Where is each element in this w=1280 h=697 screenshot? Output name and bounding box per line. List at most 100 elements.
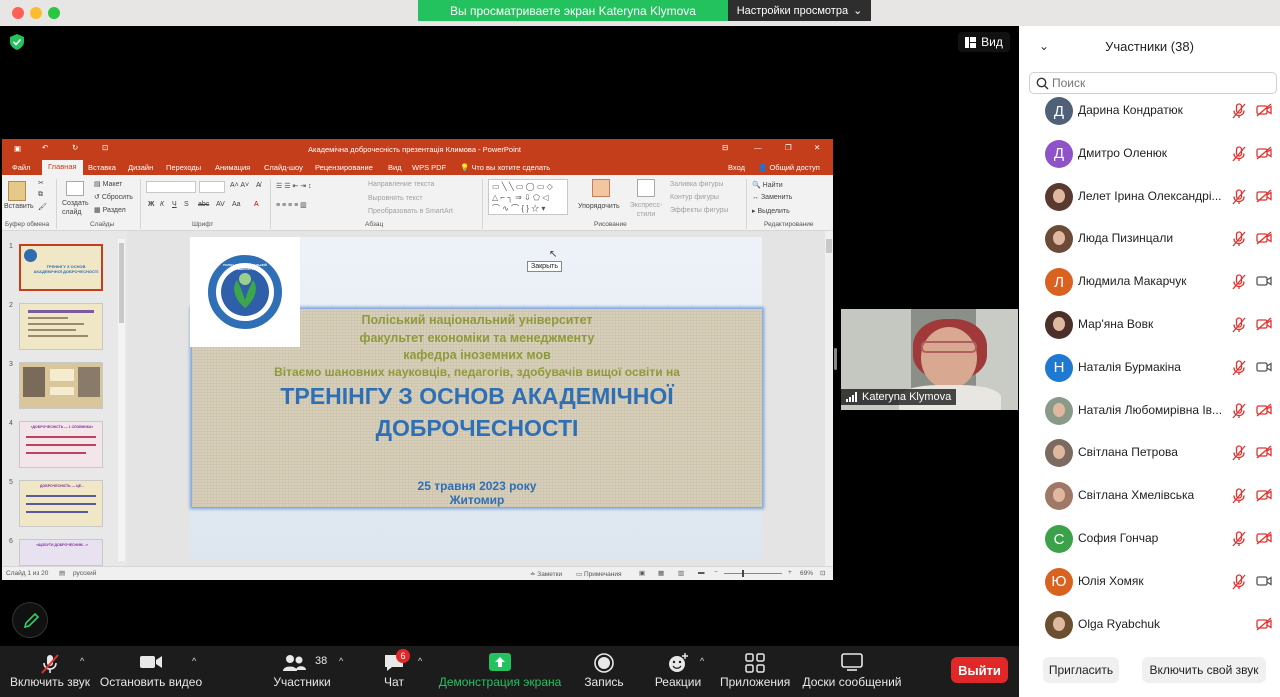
participant-row[interactable]: Світлана Петрова: [1019, 432, 1280, 475]
text-direction-button[interactable]: Направление текста: [368, 181, 434, 188]
quick-styles-button[interactable]: Экспресс-стили: [626, 201, 666, 219]
audio-options-caret[interactable]: ^: [80, 656, 84, 666]
zoom-out-icon[interactable]: −: [714, 569, 718, 576]
fit-slide-icon[interactable]: ⊡: [820, 569, 825, 577]
chat-options-caret[interactable]: ^: [418, 656, 422, 666]
participants-options-caret[interactable]: ^: [339, 656, 343, 666]
tell-me-search[interactable]: 💡 Что вы хотите сделать: [454, 161, 556, 174]
arrange-button[interactable]: Упорядочить: [578, 203, 620, 210]
participant-row[interactable]: С София Гончар: [1019, 518, 1280, 561]
present-icon[interactable]: ⊡: [102, 143, 108, 152]
participant-row[interactable]: Ю Юлія Хомяк: [1019, 561, 1280, 604]
reading-view-icon[interactable]: ▥: [678, 569, 684, 577]
shapes-gallery[interactable]: ▭ ╲ ╲ ▭ ◯ ▭ ◇ △ ⌐ ┐ ⇒ ⇩ ⬠ ◁ ⌒ ∿ ⌒ { } ☆ ▾: [488, 179, 568, 215]
video-options-caret[interactable]: ^: [192, 656, 196, 666]
zoom-window-button[interactable]: [48, 7, 60, 19]
tab-wps-pdf[interactable]: WPS PDF: [406, 161, 452, 174]
unmute-button[interactable]: Включить звук: [6, 646, 94, 697]
tab-view[interactable]: Вид: [382, 161, 408, 174]
record-button[interactable]: Запись: [576, 646, 632, 697]
minimize-window-button[interactable]: [30, 7, 42, 19]
format-painter-icon[interactable]: 🖌: [38, 203, 47, 211]
stop-video-button[interactable]: Остановить видео: [98, 646, 204, 697]
leave-meeting-button[interactable]: Выйти: [951, 657, 1008, 683]
participant-row[interactable]: Лелет Ірина Олександрі...: [1019, 176, 1280, 219]
bold-button[interactable]: Ж: [148, 201, 154, 208]
login-link[interactable]: Вход: [722, 161, 751, 174]
slide-thumbnail-6[interactable]: «ЩОБУТИ ДОБРОЧЕСНИМ…»: [19, 539, 103, 566]
slide-thumbnail-4[interactable]: «ДОБРОЧЕСНІСТЬ — 1 СЛОВНИКА»: [19, 421, 103, 468]
notes-button[interactable]: ≐ Заметки: [530, 570, 562, 578]
participant-row[interactable]: Мар'яна Вовк: [1019, 304, 1280, 347]
replace-button[interactable]: ↔ Заменить: [752, 194, 792, 201]
section-button[interactable]: ▦ Раздел: [94, 206, 126, 214]
slide-thumbnail-2[interactable]: [19, 303, 103, 350]
redo-icon[interactable]: ↻: [72, 143, 78, 152]
share-button[interactable]: 👤 Общий доступ: [752, 161, 826, 174]
whiteboards-button[interactable]: Доски сообщений: [800, 646, 904, 697]
tab-design[interactable]: Дизайн: [122, 161, 159, 174]
font-grow-icon[interactable]: A˄ A˅: [230, 182, 249, 189]
shape-fill-button[interactable]: Заливка фигуры: [670, 181, 723, 188]
shape-outline-button[interactable]: Контур фигуры: [670, 194, 719, 201]
find-button[interactable]: 🔍 Найти: [752, 181, 783, 189]
participant-row[interactable]: Світлана Хмелівська: [1019, 475, 1280, 518]
view-options-button[interactable]: Настройки просмотра ⌄: [728, 0, 871, 21]
slideshow-icon[interactable]: ▬: [698, 569, 705, 576]
font-color-icon[interactable]: A: [254, 201, 259, 208]
speaker-video-tile[interactable]: Kateryna Klymova: [841, 309, 1018, 410]
shield-check-icon[interactable]: [10, 34, 24, 55]
font-name-select[interactable]: [146, 181, 196, 193]
shape-effects-button[interactable]: Эффекты фигуры: [670, 207, 728, 214]
italic-button[interactable]: К: [160, 201, 164, 208]
invite-button[interactable]: Пригласить: [1043, 657, 1119, 683]
close-window-button[interactable]: [12, 7, 24, 19]
underline-button[interactable]: Ч: [172, 201, 177, 208]
participant-row[interactable]: Olga Ryabchuk: [1019, 604, 1280, 647]
normal-view-icon[interactable]: ▣: [639, 569, 645, 577]
minimize-icon[interactable]: —: [754, 143, 762, 152]
current-slide[interactable]: ПОЛІСЬКИЙ НАЦІОНАЛЬНИЙ УНІВЕРСИТЕТ Поліс…: [190, 237, 762, 559]
font-size-select[interactable]: [199, 181, 225, 193]
view-button[interactable]: Вид: [958, 32, 1010, 52]
undo-icon[interactable]: ↶: [42, 143, 48, 152]
smartart-button[interactable]: Преобразовать в SmartArt: [368, 208, 453, 215]
reset-button[interactable]: ↺ Сбросить: [94, 193, 133, 201]
reactions-button[interactable]: Реакции: [650, 646, 706, 697]
participant-row[interactable]: Д Дарина Кондратюк: [1019, 90, 1280, 133]
slide-thumbnail-1[interactable]: ТРЕНІНГУ З ОСНОВ АКАДЕМІЧНОЇ ДОБРОЧЕСНОС…: [19, 244, 103, 291]
layout-button[interactable]: ▤ Макет: [94, 180, 122, 188]
ribbon-display-icon[interactable]: ⊟: [722, 143, 728, 152]
participant-row[interactable]: Люда Пизинцали: [1019, 218, 1280, 261]
strikethrough-button[interactable]: abc: [198, 201, 209, 208]
new-slide-button[interactable]: Создать слайд: [62, 199, 92, 217]
tab-insert[interactable]: Вставка: [82, 161, 122, 174]
slide-scrollbar[interactable]: [825, 231, 833, 566]
tab-animations[interactable]: Анимация: [209, 161, 256, 174]
participant-row[interactable]: Наталія Любомирівна Ів...: [1019, 390, 1280, 433]
participant-row[interactable]: Д Дмитро Оленюк: [1019, 133, 1280, 176]
tab-file[interactable]: Файл: [6, 161, 36, 174]
restore-icon[interactable]: ❐: [785, 143, 792, 152]
change-case-button[interactable]: Aa: [232, 201, 241, 208]
participant-row[interactable]: Л Людмила Макарчук: [1019, 261, 1280, 304]
shadow-button[interactable]: S: [184, 201, 189, 208]
copy-icon[interactable]: ⧉: [38, 191, 43, 199]
unmute-myself-button[interactable]: Включить свой звук: [1142, 657, 1266, 683]
tab-slideshow[interactable]: Слайд-шоу: [258, 161, 309, 174]
close-icon[interactable]: ✕: [814, 143, 820, 152]
participant-row[interactable]: Н Наталія Бурмакіна: [1019, 347, 1280, 390]
tab-home[interactable]: Главная: [42, 160, 83, 175]
new-slide-icon[interactable]: [66, 181, 84, 196]
cut-icon[interactable]: ✂: [38, 179, 44, 187]
slide-sorter-icon[interactable]: ▦: [658, 569, 664, 577]
apps-button[interactable]: Приложения: [720, 646, 790, 697]
align-text-button[interactable]: Выровнять текст: [368, 195, 423, 202]
zoom-level[interactable]: 69%: [800, 570, 813, 577]
slide-thumbnail-5[interactable]: ДОБРОЧЕСНІСТЬ — ЦЕ...: [19, 480, 103, 527]
paste-icon[interactable]: [8, 181, 26, 201]
arrange-icon[interactable]: [592, 179, 610, 197]
quick-styles-icon[interactable]: [637, 179, 655, 197]
zoom-slider[interactable]: [724, 570, 782, 577]
split-resize-handle[interactable]: [834, 348, 837, 370]
